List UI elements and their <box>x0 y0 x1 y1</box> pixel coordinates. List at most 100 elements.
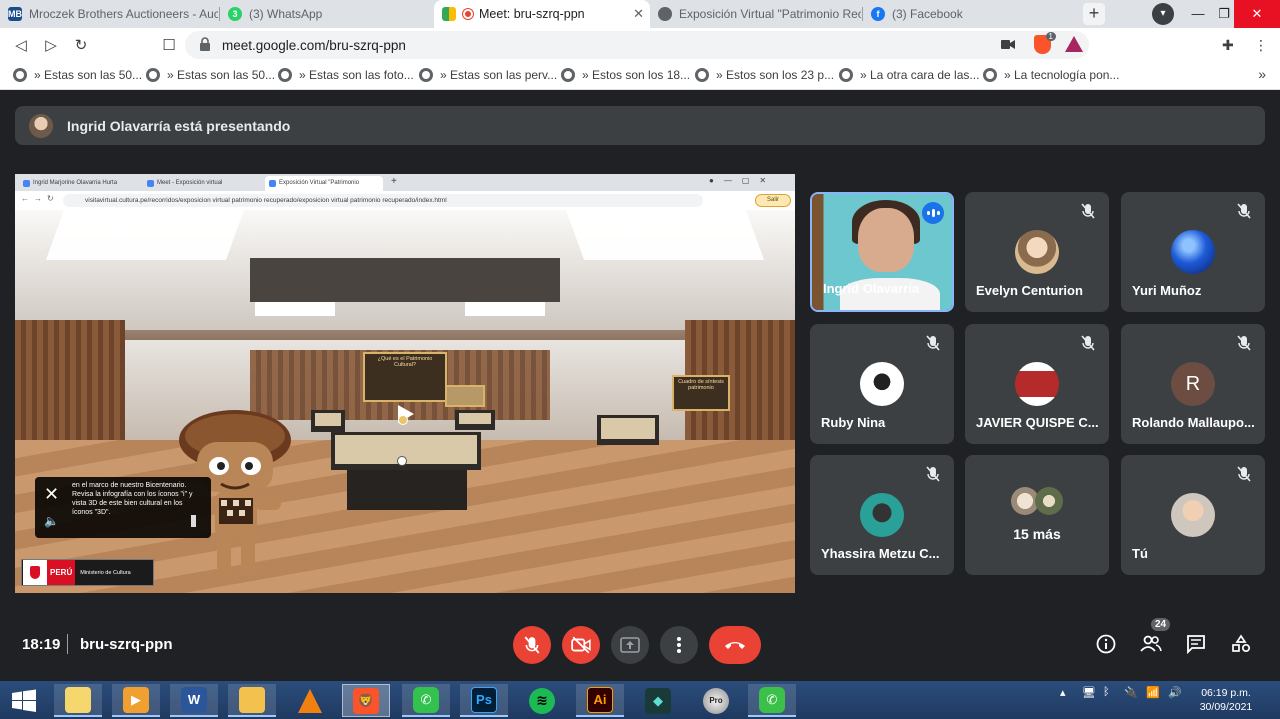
tray-overflow-icon[interactable]: ▴ <box>1060 686 1066 699</box>
new-tab-button[interactable]: + <box>1083 3 1105 25</box>
tab-meet[interactable]: Meet: bru-szrq-ppn ✕ <box>434 0 650 28</box>
tab-title: Meet: bru-szrq-ppn <box>479 7 585 21</box>
forward-icon[interactable]: ▷ <box>42 36 60 54</box>
more-bookmarks-icon[interactable]: » <box>1258 66 1266 82</box>
windows-logo-icon <box>12 689 36 712</box>
bookmark-label: » Estas son las perv... <box>440 68 558 82</box>
start-button[interactable] <box>0 684 48 717</box>
taskbar-sticky-notes[interactable] <box>54 684 102 717</box>
taskbar-spotify[interactable]: ≋ <box>518 684 566 717</box>
bookmark-label: » La tecnología pon... <box>1004 68 1120 82</box>
bookmark-item[interactable]: » Estos son los 23 p... <box>695 68 834 82</box>
leave-call-button[interactable] <box>709 626 761 664</box>
camera-in-use-icon[interactable] <box>1001 39 1015 50</box>
close-caption-icon: ✕ <box>44 484 60 504</box>
bookmark-item[interactable]: » Estas son las foto... <box>278 68 414 82</box>
participant-tile[interactable]: Evelyn Centurion <box>965 192 1109 312</box>
participant-tile[interactable]: Ruby Nina <box>810 324 954 444</box>
brave-rewards-icon[interactable] <box>1065 36 1083 52</box>
participant-name: Tú <box>1132 546 1148 561</box>
taskbar-file-explorer[interactable] <box>228 684 276 717</box>
tab-exposicion[interactable]: Exposición Virtual "Patrimonio Recu <box>650 0 862 28</box>
close-tab-icon[interactable]: ✕ <box>633 7 644 21</box>
power-icon[interactable]: 🔌 <box>1124 686 1138 699</box>
people-count-badge: 24 <box>1151 618 1171 631</box>
close-window-icon[interactable]: ✕ <box>1234 0 1280 28</box>
ministerio-logo: PERÚ Ministerio de Cultura <box>21 559 154 586</box>
meet-favicon-icon <box>442 7 456 21</box>
participant-tile-ingrid[interactable]: Ingrid Olavarría <box>810 192 954 312</box>
participant-tile[interactable]: JAVIER QUISPE C... <box>965 324 1109 444</box>
tab-auctioneers[interactable]: MB Mroczek Brothers Auctioneers - Auc <box>0 0 218 28</box>
chat-button[interactable] <box>1184 632 1208 656</box>
system-clock[interactable]: 06:19 p.m. 30/09/2021 <box>1196 686 1256 714</box>
people-button[interactable] <box>1139 632 1163 656</box>
volume-icon[interactable]: 🔊 <box>1168 686 1182 699</box>
taskbar-illustrator[interactable]: Ai <box>576 684 624 717</box>
participant-avatar: R <box>1171 362 1215 406</box>
lock-icon <box>200 37 210 51</box>
taskbar-green-app[interactable]: ✆ <box>748 684 796 717</box>
taskbar-vlc[interactable] <box>286 684 334 717</box>
bookmark-item[interactable]: » La otra cara de las... <box>839 68 979 82</box>
info-marker-icon <box>397 456 407 466</box>
wifi-icon[interactable]: 📶 <box>1146 686 1160 699</box>
taskbar-phone-app[interactable]: ✆ <box>402 684 450 717</box>
bookmark-item[interactable]: » Estas son las 50... <box>146 68 275 82</box>
bluetooth-icon[interactable]: ᛒ <box>1103 686 1110 698</box>
participant-tile[interactable]: Yuri Muñoz <box>1121 192 1265 312</box>
reload-icon[interactable]: ↻ <box>72 36 90 54</box>
bookmark-item[interactable]: » Estas son las perv... <box>419 68 557 82</box>
bookmark-favicon-icon <box>983 68 997 82</box>
bookmark-item[interactable]: » La tecnología pon... <box>983 68 1119 82</box>
address-bar[interactable]: meet.google.com/bru-szrq-ppn <box>185 31 1089 59</box>
taskbar-pro-app[interactable]: Pro <box>692 684 740 717</box>
meeting-details-button[interactable] <box>1094 632 1118 656</box>
more-options-button[interactable] <box>660 626 698 664</box>
bookmark-item[interactable]: » Estas son las 50... <box>13 68 142 82</box>
presenter-avatar <box>29 113 53 138</box>
participant-tile[interactable]: R Rolando Mallaupo... <box>1121 324 1265 444</box>
participant-name: Evelyn Centurion <box>976 283 1083 298</box>
taskbar-filmora[interactable]: ◆ <box>634 684 682 717</box>
meeting-time: 18:19 <box>22 636 61 653</box>
vlc-icon <box>298 688 322 713</box>
taskbar-photoshop[interactable]: Ps <box>460 684 508 717</box>
taskbar-word[interactable]: W <box>170 684 218 717</box>
presenting-banner: Ingrid Olavarría está presentando <box>15 106 1265 145</box>
back-icon[interactable]: ◁ <box>12 36 30 54</box>
hang-up-icon <box>725 642 745 649</box>
more-participants-tile[interactable]: 15 más <box>965 455 1109 575</box>
bookmark-label: » Estos son los 18... <box>582 68 691 82</box>
more-vert-icon <box>677 637 681 653</box>
camera-toggle-button[interactable] <box>562 626 600 664</box>
photoshop-icon: Ps <box>471 686 497 713</box>
tray-app-icon[interactable]: 🖥 <box>1082 686 1096 699</box>
shared-tab: Exposición Virtual "Patrimonio <box>265 176 383 191</box>
tab-facebook[interactable]: f (3) Facebook <box>863 0 1075 28</box>
bookmark-icon[interactable]: ☐ <box>160 36 178 54</box>
menu-icon[interactable]: ⋮ <box>1254 37 1268 54</box>
profile-menu-icon[interactable]: ▾ <box>1152 3 1174 25</box>
present-screen-button[interactable] <box>611 626 649 664</box>
participant-tile-self[interactable]: Tú <box>1121 455 1265 575</box>
participant-tile[interactable]: Yhassira Metzu C... <box>810 455 954 575</box>
mic-toggle-button[interactable] <box>513 626 551 664</box>
bookmark-item[interactable]: » Estos son los 18... <box>561 68 690 82</box>
activities-button[interactable] <box>1229 632 1253 656</box>
taskbar-brave[interactable]: 🦁 <box>342 684 390 717</box>
url-text: meet.google.com/bru-szrq-ppn <box>222 38 406 53</box>
tab-whatsapp[interactable]: 3 (3) WhatsApp <box>220 0 434 28</box>
extensions-icon[interactable]: ✚ <box>1222 37 1234 54</box>
brave-shields-icon[interactable]: 1 <box>1034 32 1056 54</box>
exhibit-sign-right: Cuadro de síntesis patrimonio <box>672 375 730 411</box>
clock-date: 30/09/2021 <box>1199 701 1253 713</box>
people-icon <box>1140 635 1162 652</box>
display-case <box>455 410 495 430</box>
bookmark-label: » Estas son las 50... <box>167 68 276 82</box>
mic-off-icon <box>1237 466 1251 482</box>
bookmark-label: » Estas son las foto... <box>299 68 414 82</box>
taskbar-media-player[interactable]: ▶ <box>112 684 160 717</box>
participant-avatar <box>1015 362 1059 406</box>
green-app-icon: ✆ <box>759 686 785 713</box>
